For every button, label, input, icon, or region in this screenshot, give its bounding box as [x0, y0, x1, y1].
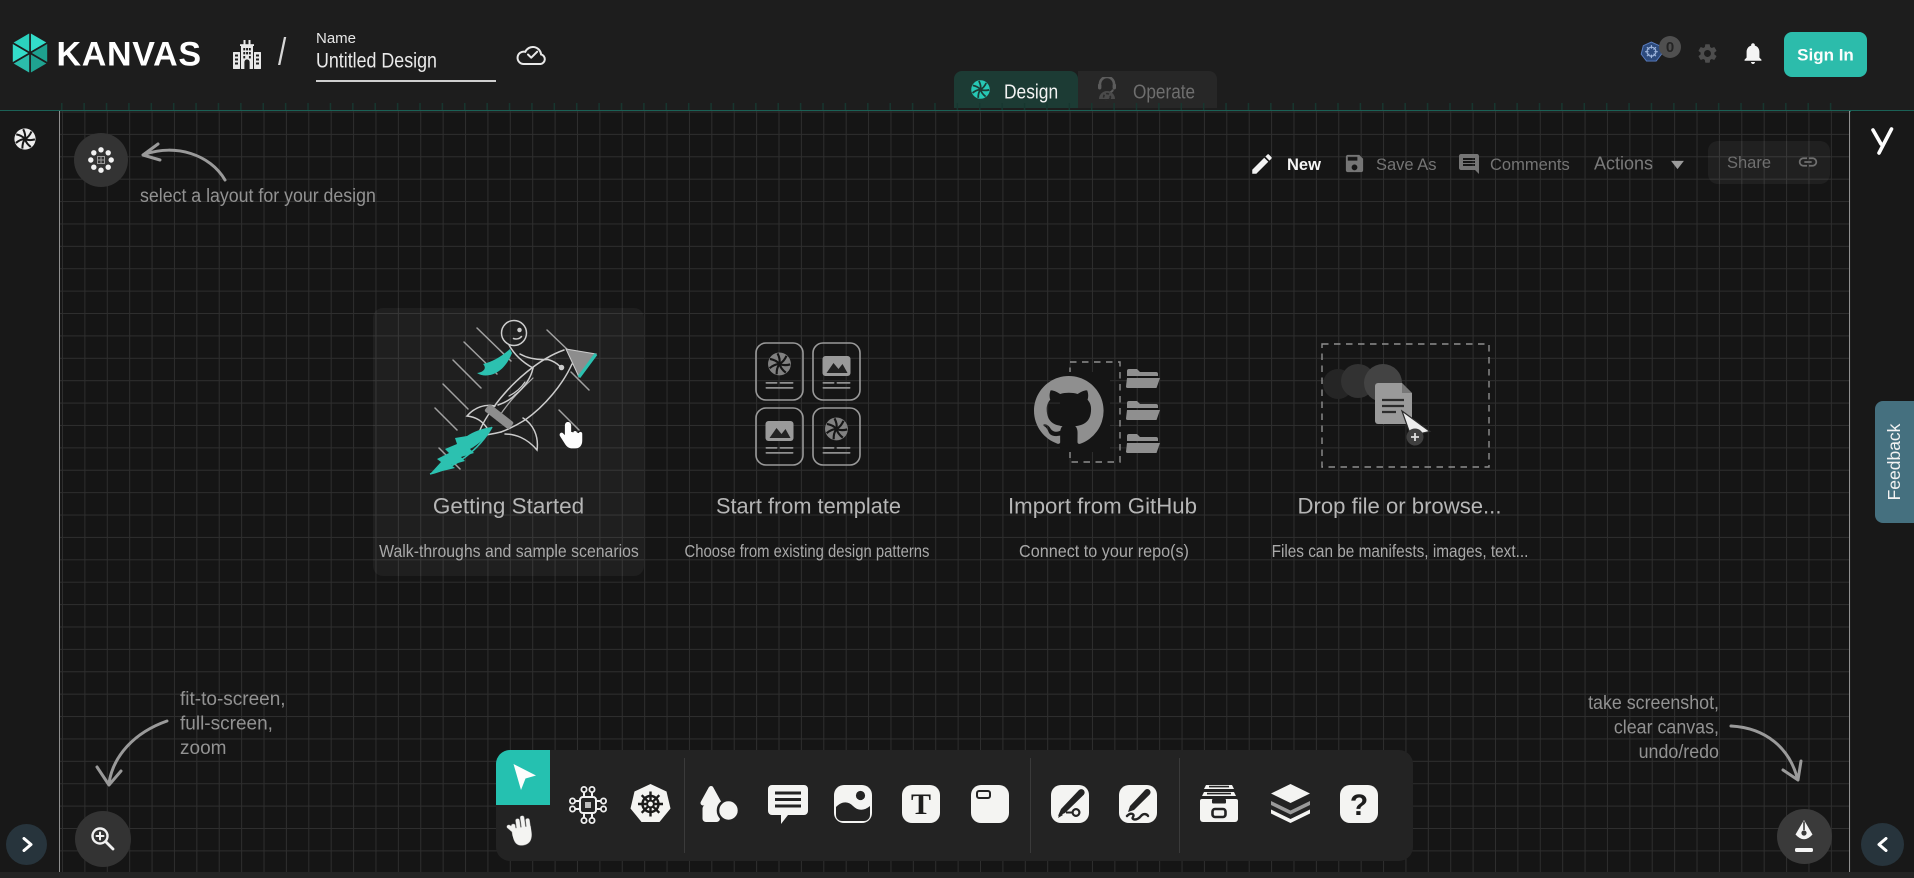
- svg-text:Getting Started: Getting Started: [433, 494, 584, 519]
- svg-text:0: 0: [1666, 39, 1674, 56]
- svg-text:Start from template: Start from template: [716, 493, 901, 518]
- svg-text:Files can be manifests, images: Files can be manifests, images, text...: [1272, 542, 1529, 561]
- svg-text:?: ?: [1350, 789, 1368, 822]
- svg-text:Sign In: Sign In: [1797, 46, 1854, 65]
- svg-text:Choose from existing design pa: Choose from existing design patterns: [685, 542, 930, 561]
- svg-text:Untitled Design: Untitled Design: [316, 49, 437, 73]
- svg-text:Actions: Actions: [1594, 154, 1653, 174]
- svg-text:Design: Design: [1004, 80, 1058, 102]
- svg-text:full-screen,: full-screen,: [180, 713, 273, 734]
- svg-text:take screenshot,: take screenshot,: [1588, 691, 1719, 713]
- svg-text:zoom: zoom: [180, 738, 226, 759]
- svg-text:Share: Share: [1727, 154, 1771, 172]
- svg-text:Walk-throughs and sample scena: Walk-throughs and sample scenarios: [379, 541, 639, 561]
- svg-text:undo/redo: undo/redo: [1639, 740, 1719, 762]
- svg-text:KANVAS: KANVAS: [57, 36, 202, 72]
- svg-text:Operate: Operate: [1133, 80, 1195, 103]
- svg-text:select a layout for your desig: select a layout for your design: [140, 184, 376, 206]
- svg-text:Import from GitHub: Import from GitHub: [1008, 494, 1197, 519]
- svg-text:Drop file or browse...: Drop file or browse...: [1298, 494, 1502, 519]
- svg-text:Connect to your repo(s): Connect to your repo(s): [1019, 542, 1189, 562]
- svg-text:T: T: [911, 788, 931, 821]
- svg-text:clear canvas,: clear canvas,: [1614, 716, 1719, 738]
- svg-text:New: New: [1287, 156, 1321, 174]
- svg-text:/: /: [278, 31, 287, 73]
- svg-text:Name: Name: [316, 30, 356, 47]
- svg-text:Feedback: Feedback: [1884, 423, 1904, 500]
- svg-text:Comments: Comments: [1490, 156, 1570, 174]
- svg-text:fit-to-screen,: fit-to-screen,: [180, 689, 286, 710]
- svg-text:Save As: Save As: [1376, 156, 1437, 174]
